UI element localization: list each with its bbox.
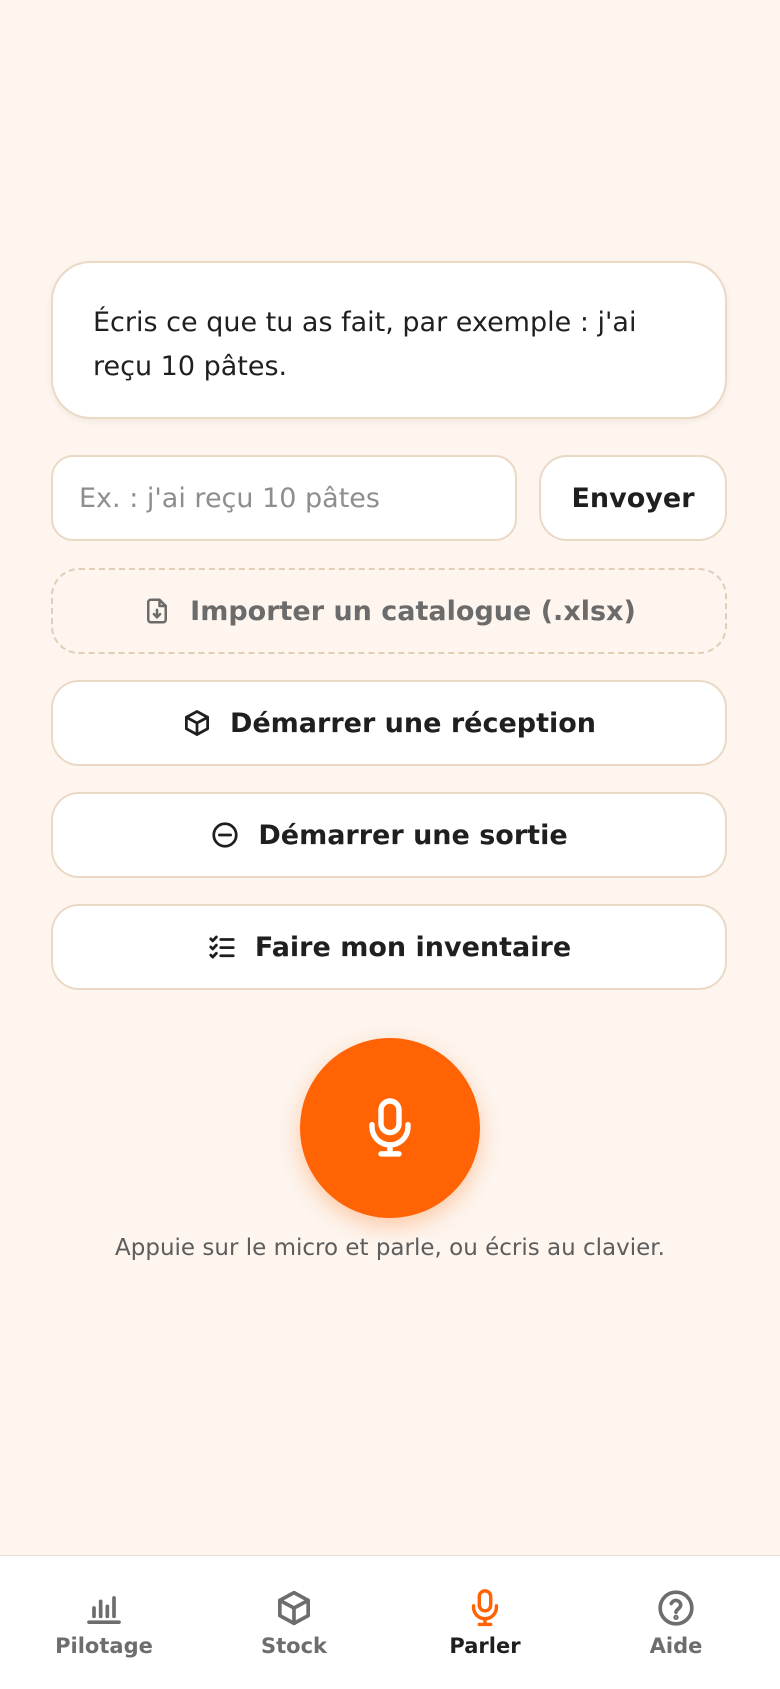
nav-label-parler: Parler [449, 1634, 521, 1658]
checklist-icon [209, 935, 235, 959]
box-icon [278, 1590, 310, 1626]
microphone-icon [369, 1098, 411, 1157]
send-button[interactable]: Envoyer [539, 455, 727, 541]
nav-item-stock[interactable]: Stock [199, 1556, 389, 1689]
start-sortie-label: Démarrer une sortie [258, 819, 568, 851]
start-reception-label: Démarrer une réception [229, 707, 597, 739]
microphone-icon [471, 1589, 499, 1627]
nav-item-parler[interactable]: Parler [390, 1556, 580, 1689]
microphone-button[interactable] [300, 1038, 480, 1218]
inventory-button[interactable]: Faire mon inventaire [51, 904, 727, 990]
inventory-label: Faire mon inventaire [254, 931, 572, 963]
prompt-card-text: Écris ce que tu as fait, par exemple : j… [93, 307, 637, 382]
import-catalog-button[interactable]: Importer un catalogue (.xlsx) [51, 568, 727, 654]
bottom-nav: Pilotage Stock Parler Aide [0, 1555, 780, 1689]
box-icon [184, 710, 209, 736]
start-reception-button[interactable]: Démarrer une réception [51, 680, 727, 766]
nav-label-stock: Stock [260, 1634, 327, 1658]
bar-chart-icon [87, 1596, 121, 1624]
import-catalog-label: Importer un catalogue (.xlsx) [190, 595, 636, 627]
start-sortie-button[interactable]: Démarrer une sortie [51, 792, 727, 878]
prompt-card: Écris ce que tu as fait, par exemple : j… [51, 261, 727, 419]
nav-label-pilotage: Pilotage [55, 1634, 153, 1658]
nav-item-aide[interactable]: Aide [581, 1556, 771, 1689]
nav-label-aide: Aide [649, 1634, 703, 1658]
nav-item-pilotage[interactable]: Pilotage [9, 1556, 199, 1689]
file-import-icon [147, 598, 168, 624]
minus-circle-icon [212, 822, 238, 848]
mic-hint: Appuie sur le micro et parle, ou écris a… [115, 1235, 665, 1261]
help-circle-icon [658, 1590, 694, 1626]
message-input[interactable] [51, 455, 517, 541]
